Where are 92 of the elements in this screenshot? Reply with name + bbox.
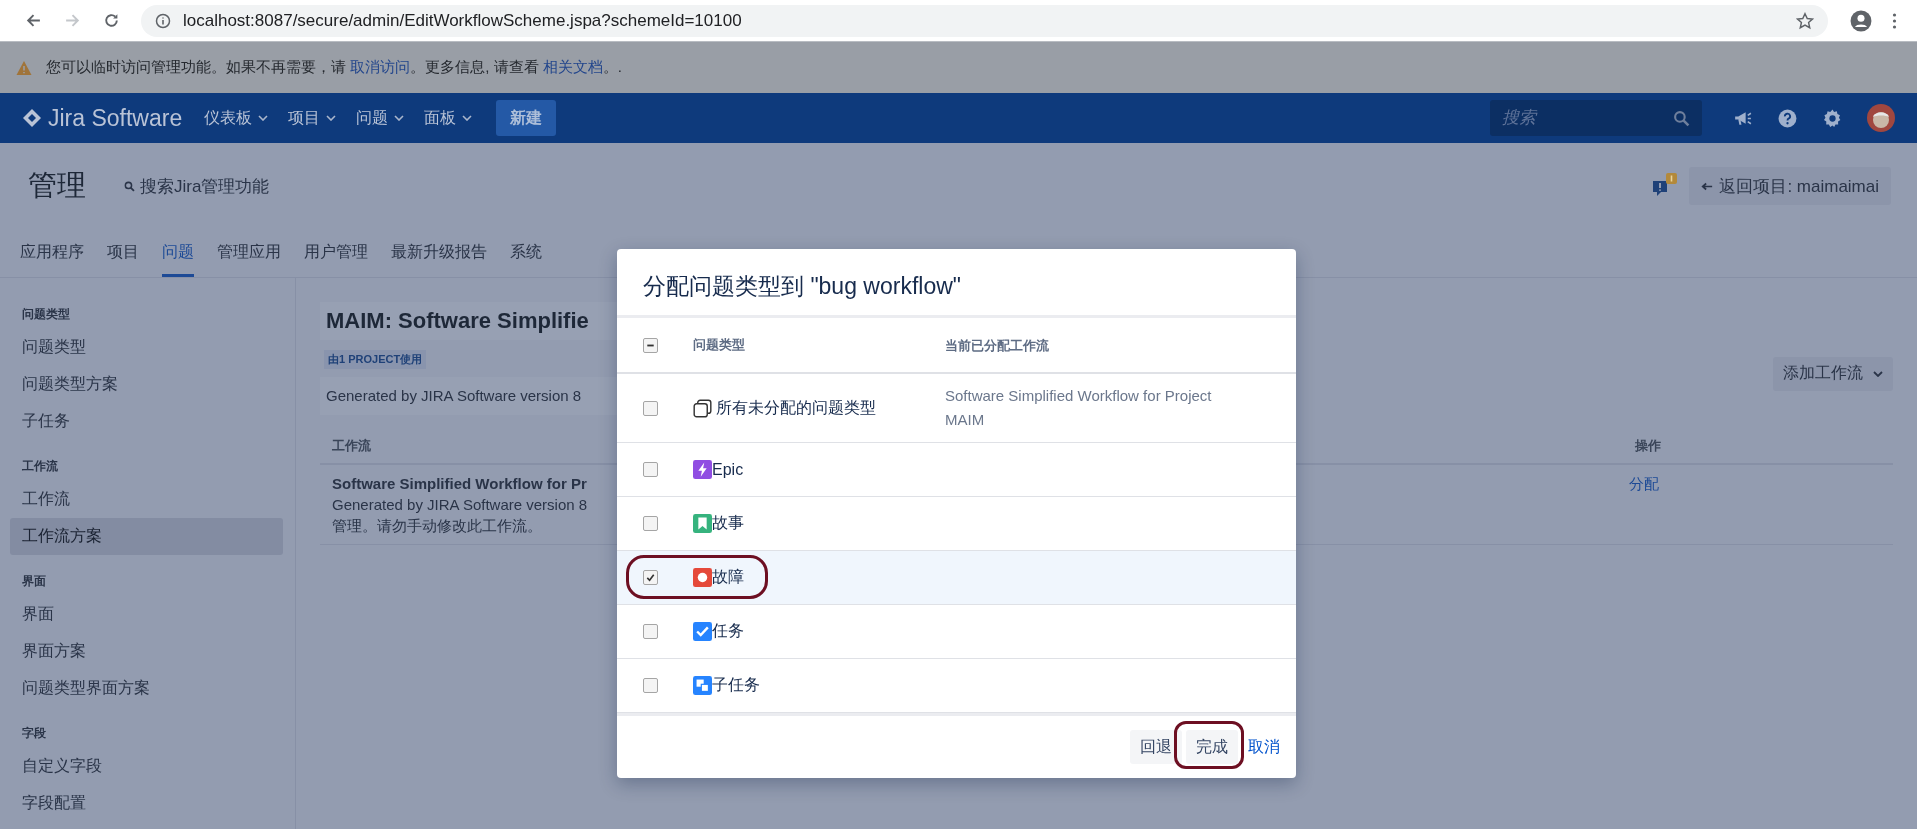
sidebar-heading: 字段 xyxy=(21,725,47,742)
row-checkbox[interactable] xyxy=(643,570,658,585)
issue-type-label: 故事 xyxy=(712,513,744,533)
help-icon[interactable] xyxy=(1777,107,1798,129)
menu-icon[interactable] xyxy=(1892,12,1897,29)
nav-menu[interactable]: 问题 xyxy=(356,107,405,129)
search-icon xyxy=(1673,110,1690,127)
sidebar-item[interactable]: 问题类型界面方案 xyxy=(10,670,283,707)
row-checkbox[interactable] xyxy=(643,400,658,416)
reload-icon[interactable] xyxy=(103,12,120,29)
back-icon[interactable] xyxy=(25,12,42,29)
admin-tab[interactable]: 问题 xyxy=(162,239,194,277)
caret-icon xyxy=(1873,370,1883,377)
dialog-button[interactable]: 完成 xyxy=(1186,730,1238,764)
search-field[interactable]: 搜索 xyxy=(1490,100,1702,136)
sidebar-item[interactable]: 界面 xyxy=(10,596,283,633)
column-header: 操作 xyxy=(1635,437,1661,455)
dialog-button[interactable]: 回退 xyxy=(1130,730,1182,764)
assigned-workflow: Software Simplified Workflow for Project MAIM xyxy=(945,387,1212,428)
jira-logo-icon[interactable] xyxy=(22,108,42,128)
warning-icon xyxy=(16,59,32,76)
row-checkbox[interactable] xyxy=(643,516,658,531)
dialog-title: 分配问题类型到 "bug workflow" xyxy=(642,272,962,301)
add-workflow-button[interactable]: 添加工作流 xyxy=(1773,356,1893,391)
account-icon[interactable] xyxy=(1850,9,1872,32)
admin-access-message: 您可以临时访问管理功能。如果不再需要，请 取消访问。更多信息, 请查看 相关文档。. xyxy=(46,58,622,77)
sidebar-item[interactable]: 字段配置 xyxy=(10,785,283,822)
sidebar-item[interactable]: 问题类型方案 xyxy=(10,366,283,403)
checkmark-icon xyxy=(693,622,712,641)
select-all-checkbox[interactable] xyxy=(643,337,658,353)
admin-search-link[interactable]: 搜索Jira管理功能 xyxy=(124,174,270,198)
admin-tab[interactable]: 最新升级报告 xyxy=(391,239,487,277)
admin-tab[interactable]: 用户管理 xyxy=(304,239,368,277)
nav-menu[interactable]: 项目 xyxy=(288,107,337,129)
search-icon xyxy=(124,180,135,192)
banner-link[interactable]: 取消访问 xyxy=(350,58,411,75)
sidebar-heading: 界面 xyxy=(21,573,47,590)
star-icon[interactable] xyxy=(1796,11,1814,30)
issue-type-label: Epic xyxy=(712,460,744,479)
nav-menu[interactable]: 面板 xyxy=(424,107,473,129)
workflow-description: Generated by JIRA Software version 8 xyxy=(332,496,588,513)
sidebar-item[interactable]: 界面方案 xyxy=(10,633,283,670)
issue-type-label: 子任务 xyxy=(712,675,760,695)
scheme-title: MAIM: Software Simplifie xyxy=(326,308,590,334)
sidebar-item[interactable]: 工作流方案 xyxy=(10,518,283,555)
sidebar-item[interactable]: 问题类型 xyxy=(10,329,283,366)
caret-icon xyxy=(326,115,337,121)
row-checkbox[interactable] xyxy=(643,462,658,477)
column-header: 工作流 xyxy=(332,437,371,455)
row-checkbox[interactable] xyxy=(643,678,658,693)
bookmark-icon xyxy=(693,514,712,533)
sidebar-item[interactable]: 工作流 xyxy=(10,481,283,518)
url-text: localhost:8087/secure/admin/EditWorkflowScheme.jspa?schemeId=10100 xyxy=(183,10,743,31)
workflow-name: Software Simplified Workflow for Pr xyxy=(332,475,587,492)
settings-icon[interactable] xyxy=(1822,107,1843,129)
sidebar-item[interactable]: 子任务 xyxy=(10,403,283,440)
sidebar-heading: 工作流 xyxy=(21,458,59,475)
address-bar[interactable]: localhost:8087/secure/admin/EditWorkflowScheme.jspa?schemeId=10100 xyxy=(141,4,1828,37)
bug-icon xyxy=(693,568,712,587)
back-arrow-icon xyxy=(1701,181,1714,191)
issue-type-label: 所有未分配的问题类型 xyxy=(716,397,876,418)
checkmark-icon xyxy=(645,572,656,583)
assign-link[interactable]: 分配 xyxy=(1629,475,1659,536)
banner-link[interactable]: 相关文档 xyxy=(542,58,603,75)
column-header: 问题类型 xyxy=(693,336,745,354)
caret-icon xyxy=(394,115,405,121)
nav-menu[interactable]: 仪表板 xyxy=(204,107,269,129)
cancel-link[interactable]: 取消 xyxy=(1242,736,1286,758)
issue-type-label: 故障 xyxy=(712,567,744,587)
info-icon xyxy=(155,12,171,29)
user-avatar[interactable] xyxy=(1867,104,1895,132)
page-title: 管理 xyxy=(28,168,86,203)
workflow-description: 管理。请勿手动修改此工作流。 xyxy=(332,517,542,536)
sidebar-item[interactable]: 自定义字段 xyxy=(10,748,283,785)
admin-tab[interactable]: 项目 xyxy=(107,239,139,277)
issue-types-icon xyxy=(693,398,712,418)
column-header: 当前已分配工作流 xyxy=(945,337,1049,353)
create-button[interactable]: 新建 xyxy=(496,100,557,136)
lightning-icon xyxy=(693,460,712,479)
admin-tab[interactable]: 系统 xyxy=(510,239,542,277)
issue-type-label: 任务 xyxy=(712,621,744,641)
usage-badge: 由1 PROJECT使用 xyxy=(324,350,427,369)
caret-icon xyxy=(258,115,269,121)
back-to-project-button[interactable]: 返回项目: maimaimai xyxy=(1689,167,1891,205)
admin-tab[interactable]: 应用程序 xyxy=(20,239,84,277)
caret-icon xyxy=(462,115,473,121)
admin-tab[interactable]: 管理应用 xyxy=(217,239,281,277)
product-name[interactable]: Jira Software xyxy=(48,104,183,132)
subtask-icon xyxy=(693,676,712,695)
sidebar-heading: 问题类型 xyxy=(21,306,71,323)
scheme-description: Generated by JIRA Software version 8 xyxy=(326,387,582,404)
row-checkbox[interactable] xyxy=(643,624,658,639)
